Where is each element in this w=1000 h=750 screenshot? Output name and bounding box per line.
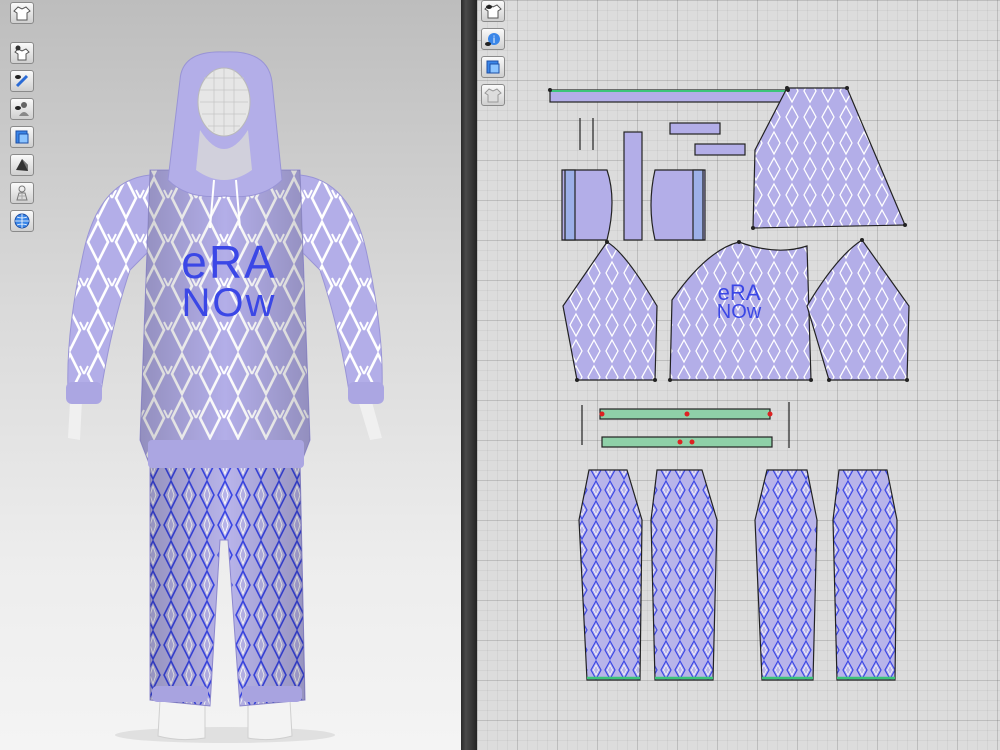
- show-avatar-icon[interactable]: [10, 42, 34, 64]
- fabric-render-icon[interactable]: [10, 126, 34, 148]
- avatar-visibility-icon[interactable]: [10, 98, 34, 120]
- 2d-toolbar: i: [481, 0, 505, 106]
- show-pattern-icon[interactable]: [481, 0, 505, 22]
- garment-outline-icon[interactable]: [481, 84, 505, 106]
- shaded-view-icon[interactable]: [10, 154, 34, 176]
- globe-environment-icon[interactable]: [10, 210, 34, 232]
- pattern-pieces: eRA NOw: [548, 86, 910, 681]
- texture-eye-icon[interactable]: [10, 70, 34, 92]
- show-garment-icon[interactable]: [10, 2, 34, 24]
- info-icon[interactable]: i: [481, 28, 505, 50]
- pane-splitter[interactable]: [461, 0, 477, 750]
- front-print-line2: NOw: [717, 301, 762, 323]
- fabric-texture-icon[interactable]: [481, 56, 505, 78]
- mesh-view-icon[interactable]: [10, 182, 34, 204]
- 3d-toolbar: [10, 2, 34, 232]
- svg-text:i: i: [493, 35, 496, 46]
- chest-print-line2: NOw: [182, 281, 277, 325]
- 2d-pattern-viewport[interactable]: eRA NOw i: [477, 0, 1000, 750]
- avatar-garment-render: eRA NOw: [66, 51, 384, 743]
- 3d-viewport[interactable]: eRA NOw: [0, 0, 461, 750]
